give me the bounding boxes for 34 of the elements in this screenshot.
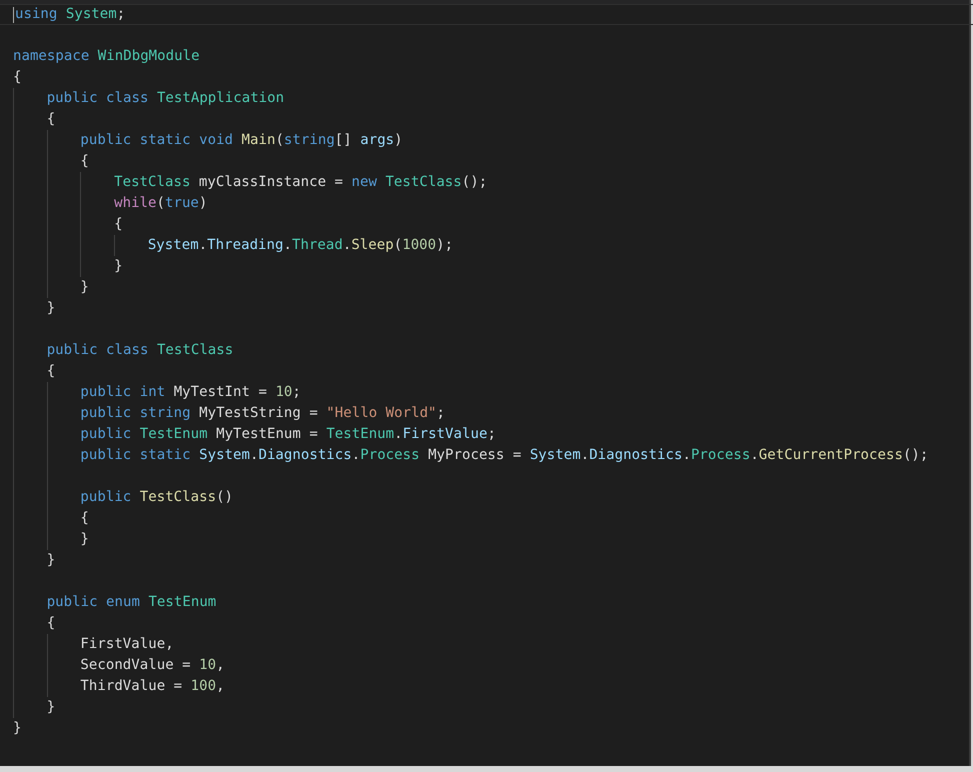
code-line: public enum TestEnum bbox=[46, 593, 216, 612]
code-line: System.Threading.Thread.Sleep(1000); bbox=[148, 236, 454, 255]
code-line: { bbox=[46, 362, 56, 381]
code-line: { bbox=[46, 110, 56, 129]
code-line: } bbox=[114, 257, 123, 276]
code-line: SecondValue = 10, bbox=[80, 656, 225, 675]
indent-guide bbox=[114, 235, 116, 256]
code-line: { bbox=[13, 68, 22, 87]
code-line: public static void Main(string[] args) bbox=[80, 131, 403, 150]
code-line: public int MyTestInt = 10; bbox=[80, 383, 301, 402]
code-line: } bbox=[80, 278, 89, 297]
code-line: FirstValue, bbox=[80, 635, 174, 654]
indent-guide bbox=[46, 634, 48, 697]
code-line: public string MyTestString = "Hello World"; bbox=[80, 404, 446, 423]
code-line: } bbox=[80, 530, 89, 549]
code-line: ThirdValue = 100, bbox=[80, 677, 225, 696]
code-line: { bbox=[80, 509, 89, 528]
code-line: } bbox=[46, 698, 56, 717]
code-line: { bbox=[80, 152, 89, 171]
code-line: public class TestApplication bbox=[46, 89, 284, 108]
code-line: namespace WinDbgModule bbox=[13, 47, 200, 66]
code-line: public class TestClass bbox=[46, 341, 234, 360]
code-line: public TestClass() bbox=[80, 488, 234, 507]
code-line: while(true) bbox=[114, 194, 208, 213]
code-line: using System; bbox=[15, 5, 126, 24]
code-line: } bbox=[46, 551, 56, 570]
code-line: public static System.Diagnostics.Process MyProcess = System.Diagnostics.Process.GetCurrentProcess(); bbox=[80, 446, 928, 465]
code-line: { bbox=[114, 215, 123, 234]
code-line: { bbox=[46, 614, 56, 633]
code-line: public TestEnum MyTestEnum = TestEnum.FirstValue; bbox=[80, 425, 496, 444]
code-line: } bbox=[13, 719, 22, 738]
code-line: } bbox=[46, 299, 56, 318]
text-cursor bbox=[13, 6, 14, 22]
code-line: TestClass myClassInstance = new TestClass(); bbox=[114, 173, 488, 192]
